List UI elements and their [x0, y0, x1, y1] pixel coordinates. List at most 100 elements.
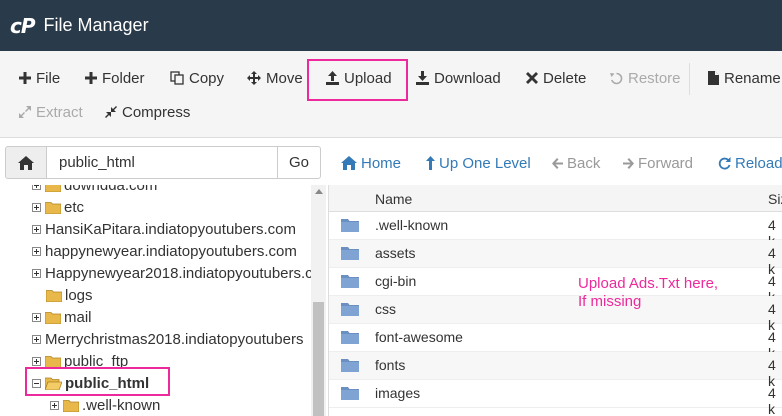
copy-button[interactable]: Copy: [170, 65, 224, 91]
restore-icon: [610, 72, 623, 84]
file-name: cgi-bin: [375, 273, 417, 289]
copy-icon: [170, 71, 184, 85]
tree-item-label: happynewyear.indiatopyoutubers.com: [45, 242, 297, 260]
tree-item[interactable]: Merrychristmas2018.indiatopyoutubers: [32, 328, 303, 350]
expand-toggle[interactable]: [32, 246, 41, 256]
tree-item-label: mail: [64, 308, 92, 326]
folder-icon: [63, 399, 79, 412]
public-html-highlight-box: [25, 367, 170, 396]
tree-item[interactable]: happynewyear.indiatopyoutubers.com: [32, 240, 297, 262]
plus-icon: [85, 72, 97, 84]
annotation-line-1: Upload Ads.Txt here,: [578, 275, 719, 292]
move-arrows-icon: [247, 71, 261, 85]
home-directory-button[interactable]: [5, 146, 47, 179]
folder-icon: [341, 275, 359, 288]
expand-toggle[interactable]: [32, 356, 41, 366]
folder-icon: [341, 303, 359, 316]
tree-item-label: Merrychristmas2018.indiatopyoutubers: [45, 330, 304, 348]
file-name: images: [375, 385, 421, 401]
expand-toggle[interactable]: [32, 268, 41, 278]
tree-item[interactable]: logs: [46, 284, 93, 306]
column-header-size[interactable]: Siz: [768, 191, 782, 207]
tree-item[interactable]: Happynewyear2018.indiatopyoutubers.c: [32, 262, 313, 284]
expand-toggle[interactable]: [32, 202, 41, 212]
tree-item-label: etc: [64, 198, 85, 216]
home-label: Home: [361, 154, 402, 172]
delete-button[interactable]: Delete: [526, 65, 586, 91]
expand-toggle[interactable]: [32, 334, 41, 344]
delete-label: Delete: [543, 69, 587, 87]
cpanel-logo[interactable]: cP: [10, 14, 35, 38]
forward-label: Forward: [638, 154, 694, 172]
move-button[interactable]: Move: [247, 65, 303, 91]
expand-toggle[interactable]: [32, 185, 41, 190]
compress-icon: [105, 106, 117, 118]
file-row[interactable]: .well-known 4 k: [329, 212, 782, 249]
file-row[interactable]: images 4 k: [329, 380, 782, 416]
new-file-label: File: [36, 69, 61, 87]
expand-toggle[interactable]: [32, 224, 41, 234]
folder-icon: [46, 289, 62, 302]
rename-button[interactable]: Rename: [708, 65, 781, 91]
compress-button[interactable]: Compress: [105, 99, 190, 125]
tree-item[interactable]: downdda.com: [32, 185, 157, 196]
expand-icon: [19, 106, 31, 118]
tree-item[interactable]: etc: [32, 196, 84, 218]
back-link[interactable]: Back: [552, 154, 600, 172]
up-one-level-link[interactable]: Up One Level: [426, 154, 531, 172]
up-one-level-label: Up One Level: [439, 154, 531, 172]
reload-link[interactable]: Reload: [718, 154, 782, 172]
tree-item[interactable]: mail: [32, 306, 92, 328]
file-name: fonts: [375, 357, 406, 373]
column-header-name[interactable]: Name: [375, 191, 412, 207]
back-label: Back: [567, 154, 601, 172]
tree-item[interactable]: HansiKaPitara.indiatopyoutubers.com: [32, 218, 296, 240]
folder-icon: [45, 355, 61, 368]
extract-label: Extract: [36, 103, 83, 121]
tree-item-label: logs: [65, 286, 93, 304]
file-name: .well-known: [375, 217, 449, 233]
folder-icon: [45, 185, 61, 192]
restore-button[interactable]: Restore: [610, 65, 681, 91]
new-file-button[interactable]: File: [19, 65, 60, 91]
expand-toggle[interactable]: [50, 400, 59, 410]
home-icon: [341, 156, 357, 170]
home-link[interactable]: Home: [341, 154, 401, 172]
arrow-right-icon: [623, 157, 634, 169]
extract-button[interactable]: Extract: [19, 99, 83, 125]
close-icon: [526, 72, 538, 84]
file-row[interactable]: fonts 4 k: [329, 352, 782, 389]
arrow-left-icon: [552, 157, 563, 169]
folder-icon: [45, 201, 61, 214]
upload-highlight-box: [307, 59, 408, 101]
go-button[interactable]: Go: [277, 146, 321, 179]
folder-icon: [341, 247, 359, 260]
refresh-icon: [718, 156, 731, 169]
folder-icon: [341, 359, 359, 372]
tree-item-label: Happynewyear2018.indiatopyoutubers.c: [45, 264, 313, 282]
file-row[interactable]: assets 4 k: [329, 240, 782, 277]
folder-icon: [341, 219, 359, 232]
download-button[interactable]: Download: [416, 65, 501, 91]
tree-scrollbar-thumb[interactable]: [313, 302, 324, 416]
home-icon: [18, 155, 34, 170]
tree-item-label: .well-known: [82, 396, 161, 414]
file-row[interactable]: font-awesome 4 k: [329, 324, 782, 361]
tree-item[interactable]: .well-known: [50, 394, 160, 416]
app-title: File Manager: [43, 15, 149, 35]
folder-icon: [341, 387, 359, 400]
move-label: Move: [266, 69, 303, 87]
expand-toggle[interactable]: [32, 312, 41, 322]
file-size: 4 k: [768, 385, 776, 416]
folder-icon: [45, 311, 61, 324]
scroll-up-arrow-icon[interactable]: [315, 189, 323, 194]
download-label: Download: [434, 69, 501, 87]
new-folder-button[interactable]: Folder: [85, 65, 145, 91]
rename-label: Rename: [724, 69, 781, 87]
forward-link[interactable]: Forward: [623, 154, 693, 172]
new-folder-label: Folder: [102, 69, 145, 87]
file-icon: [708, 71, 719, 85]
file-list-header: Name Siz: [329, 185, 782, 212]
app-header: cP File Manager: [0, 0, 782, 51]
path-input[interactable]: [46, 146, 278, 179]
